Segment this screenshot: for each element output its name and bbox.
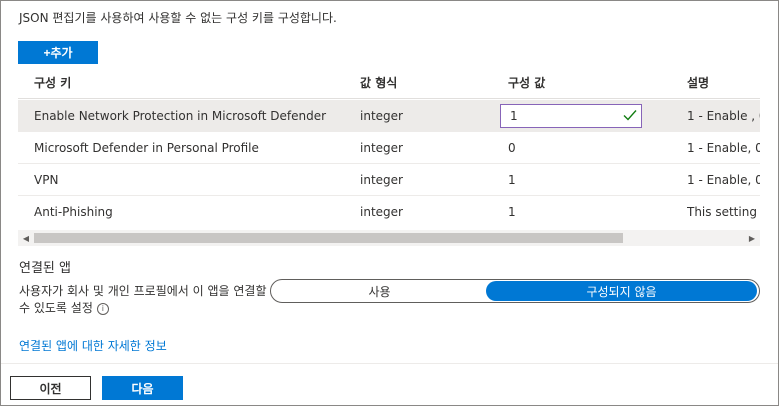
row-config-key: Enable Network Protection in Microsoft D… (34, 108, 327, 123)
row-description: This setting (687, 205, 757, 219)
row-value-type: integer (360, 172, 403, 187)
row-config-value: 1 (508, 205, 516, 219)
row-value-type: integer (360, 205, 403, 219)
scroll-right-icon[interactable]: ▶ (747, 233, 757, 243)
description-text: JSON 편집기를 사용하여 사용할 수 없는 구성 키를 구성합니다. (19, 11, 337, 25)
table-row[interactable]: Microsoft Defender in Personal Profile i… (18, 132, 760, 164)
config-value-input[interactable] (500, 104, 642, 128)
header-value-type[interactable]: 값 형식 (360, 66, 500, 98)
table-header: 구성 키 값 형식 구성 값 설명 (18, 66, 760, 99)
scrollbar-thumb[interactable] (34, 233, 623, 243)
info-icon[interactable]: i (96, 302, 109, 315)
add-button[interactable]: +추가 (18, 41, 98, 64)
row-description: 1 - Enable, 0 (687, 140, 760, 155)
option-enable[interactable]: 사용 (273, 280, 486, 302)
row-config-key: VPN (34, 172, 59, 187)
learn-more-link[interactable]: 연결된 앱에 대한 자세한 정보 (19, 337, 167, 354)
checkmark-icon (623, 110, 637, 121)
table-row[interactable]: Anti-Phishing integer 1 This setting (18, 196, 760, 228)
row-value-type: integer (360, 140, 403, 155)
row-value-type: integer (360, 108, 403, 123)
row-description: 1 - Enable , 0 (687, 108, 760, 123)
horizontal-scrollbar[interactable]: ◀ ▶ (18, 230, 760, 246)
table-row[interactable]: Enable Network Protection in Microsoft D… (18, 100, 760, 132)
table-row[interactable]: VPN integer 1 1 - Enable, 0 (18, 164, 760, 196)
header-config-key[interactable]: 구성 키 (34, 66, 354, 98)
connected-apps-label: 사용자가 회사 및 개인 프로필에서 이 앱을 연결할 수 있도록 설정 i (19, 283, 269, 317)
connected-apps-label-text: 사용자가 회사 및 개인 프로필에서 이 앱을 연결할 수 있도록 설정 (19, 284, 267, 315)
connected-apps-toggle[interactable]: 사용 구성되지 않음 (270, 279, 760, 303)
footer-divider (1, 363, 778, 364)
option-not-configured[interactable]: 구성되지 않음 (486, 281, 757, 301)
row-config-value: 1 (508, 172, 516, 187)
row-config-key: Anti-Phishing (34, 205, 113, 219)
scroll-left-icon[interactable]: ◀ (21, 233, 31, 243)
next-button[interactable]: 다음 (102, 376, 183, 400)
header-config-value[interactable]: 구성 값 (508, 66, 678, 98)
config-table: 구성 키 값 형식 구성 값 설명 Enable Network Protect… (18, 66, 760, 230)
row-description: 1 - Enable, 0 (687, 172, 760, 187)
connected-apps-title: 연결된 앱 (19, 261, 71, 276)
previous-button[interactable]: 이전 (10, 376, 91, 400)
row-config-key: Microsoft Defender in Personal Profile (34, 140, 259, 155)
header-description[interactable]: 설명 (687, 66, 760, 98)
row-config-value: 0 (508, 140, 516, 155)
